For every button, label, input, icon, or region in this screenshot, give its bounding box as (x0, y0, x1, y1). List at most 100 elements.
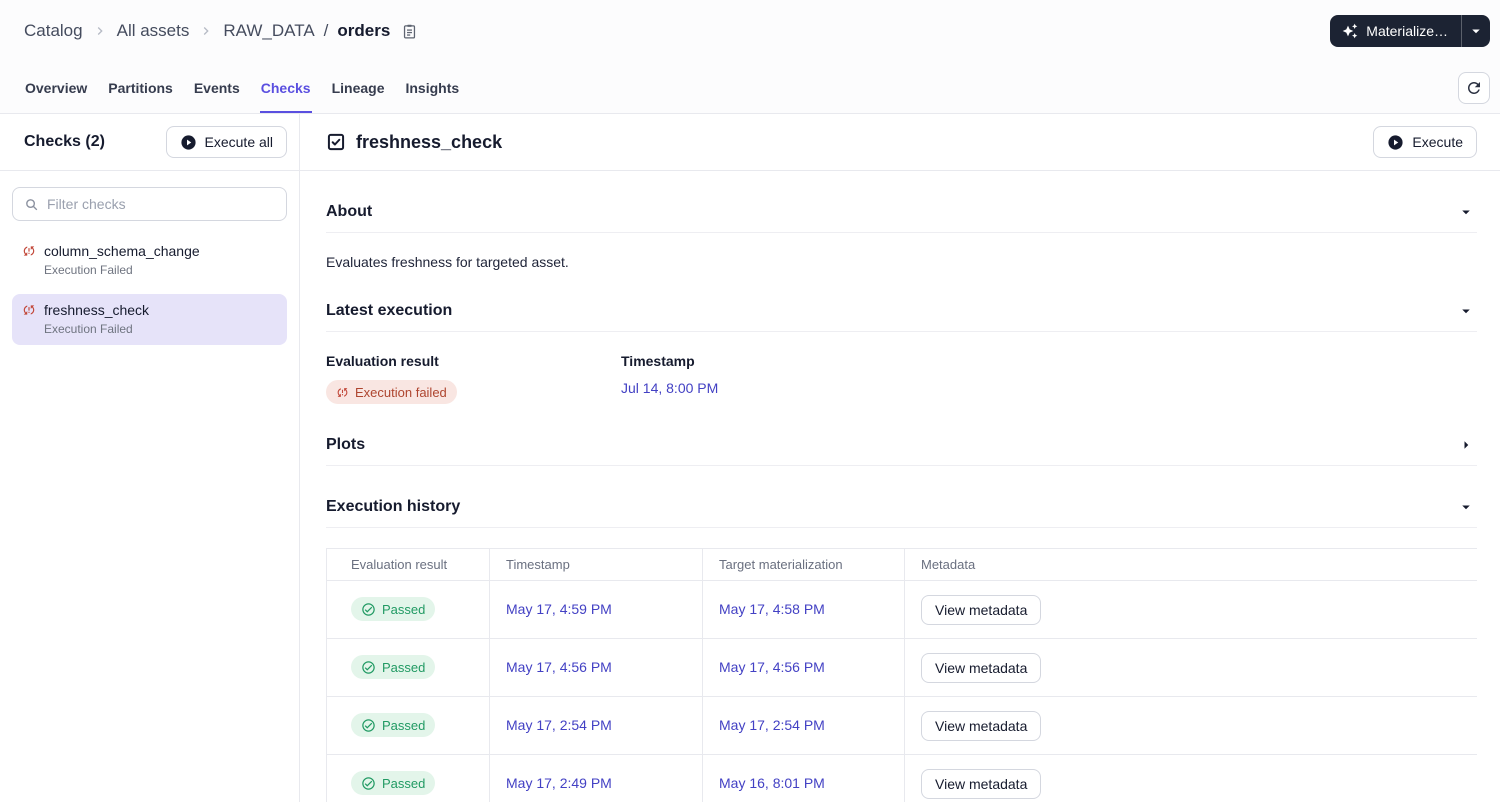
section-divider (326, 527, 1477, 528)
tab-events[interactable]: Events (193, 62, 241, 113)
check-circle-icon (361, 660, 376, 675)
check-status: Execution Failed (44, 263, 133, 277)
chevron-right-icon (1457, 436, 1475, 454)
play-icon (1387, 134, 1404, 151)
execute-all-button[interactable]: Execute all (165, 126, 287, 158)
section-divider (326, 465, 1477, 466)
column-header-timestamp: Timestamp (489, 548, 703, 581)
filter-checks-input[interactable] (47, 196, 275, 212)
check-circle-icon (361, 776, 376, 791)
check-status: Execution Failed (44, 322, 133, 336)
target-materialization-link[interactable]: May 17, 4:56 PM (719, 659, 825, 675)
view-metadata-button[interactable]: View metadata (921, 768, 1042, 799)
table-row: Passed May 17, 2:49 PM May 16, 8:01 PM V… (326, 754, 1477, 802)
column-header-target-materialization: Target materialization (702, 548, 905, 581)
execution-timestamp-link[interactable]: May 17, 2:54 PM (506, 717, 612, 733)
check-title-text: freshness_check (356, 131, 503, 152)
breadcrumb: Catalog All assets RAW_DATA / orders (24, 21, 418, 41)
view-metadata-button[interactable]: View metadata (921, 652, 1042, 683)
status-badge-passed: Passed (351, 771, 436, 796)
tab-insights[interactable]: Insights (404, 62, 460, 113)
sparkle-icon (1342, 23, 1358, 39)
latest-execution-timestamp-link[interactable]: Jul 14, 8:00 PM (621, 380, 718, 396)
tab-lineage[interactable]: Lineage (331, 62, 386, 113)
checks-count-title: Checks (2) (24, 133, 105, 150)
breadcrumb-path-divider: / (323, 21, 329, 40)
execution-history-table: Evaluation result Timestamp Target mater… (326, 548, 1477, 802)
execute-all-label: Execute all (204, 134, 273, 150)
table-row: Passed May 17, 4:56 PM May 17, 4:56 PM V… (326, 638, 1477, 697)
timestamp-label: Timestamp (621, 353, 695, 369)
materialize-dropdown-button[interactable] (1461, 15, 1490, 47)
refresh-icon (1465, 79, 1483, 97)
materialize-button-label: Materialize… (1366, 23, 1448, 39)
target-materialization-link[interactable]: May 17, 4:58 PM (719, 601, 825, 617)
about-description: Evaluates freshness for targeted asset. (326, 254, 569, 270)
target-materialization-link[interactable]: May 17, 2:54 PM (719, 717, 825, 733)
sync-problem-icon (336, 386, 349, 399)
check-detail-panel: freshness_check Execute About Evaluates … (300, 114, 1500, 802)
status-badge-label: Passed (382, 601, 426, 617)
table-row: Passed May 17, 2:54 PM May 17, 2:54 PM V… (326, 696, 1477, 755)
sync-problem-icon (22, 244, 36, 258)
status-badge-label: Passed (382, 775, 426, 791)
latest-execution-section-header: Latest execution (326, 300, 1477, 322)
chevron-down-icon (1457, 203, 1475, 221)
status-badge-passed: Passed (351, 713, 436, 738)
target-materialization-link[interactable]: May 16, 8:01 PM (719, 775, 825, 791)
check-list-item-freshness-check[interactable]: freshness_check Execution Failed (12, 294, 287, 345)
tab-overview[interactable]: Overview (24, 62, 88, 113)
page-title: freshness_check (326, 132, 502, 153)
execution-timestamp-link[interactable]: May 17, 2:49 PM (506, 775, 612, 791)
collapse-about-button[interactable] (1455, 201, 1477, 223)
checks-sidebar: Checks (2) Execute all Filter checks col… (0, 114, 300, 802)
collapse-execution-history-button[interactable] (1455, 496, 1477, 518)
chevron-down-icon (1457, 498, 1475, 516)
view-metadata-button[interactable]: View metadata (921, 594, 1042, 625)
filter-checks-field[interactable] (12, 187, 287, 221)
check-detail-header: freshness_check Execute (300, 114, 1500, 171)
section-divider (326, 232, 1477, 233)
asset-tabs: Overview Partitions Events Checks Lineag… (0, 62, 1500, 114)
checks-sidebar-header: Checks (2) Execute all (0, 114, 299, 171)
latest-execution-heading: Latest execution (326, 302, 453, 319)
evaluation-result-label: Evaluation result (326, 353, 439, 369)
expand-plots-button[interactable] (1455, 434, 1477, 456)
play-icon (180, 134, 197, 151)
execution-history-section-header: Execution history (326, 496, 1477, 518)
check-list-item-column-schema-change[interactable]: column_schema_change Execution Failed (12, 235, 287, 286)
check-list: column_schema_change Execution Failed fr… (0, 233, 299, 355)
view-metadata-button[interactable]: View metadata (921, 710, 1042, 741)
status-badge-label: Passed (382, 659, 426, 675)
breadcrumb-asset-name: orders (337, 21, 391, 40)
copy-asset-name-button[interactable] (401, 23, 418, 40)
tab-checks[interactable]: Checks (259, 62, 312, 113)
caret-down-icon (1467, 22, 1485, 40)
plots-section-header: Plots (326, 434, 1477, 456)
chevron-right-icon (198, 23, 214, 39)
check-circle-icon (361, 602, 376, 617)
breadcrumb-catalog-link[interactable]: Catalog (24, 21, 83, 41)
execute-label: Execute (1412, 134, 1463, 150)
sync-problem-icon (22, 303, 36, 317)
materialize-button[interactable]: Materialize… (1330, 15, 1461, 47)
chevron-down-icon (1457, 302, 1475, 320)
status-badge-passed: Passed (351, 655, 436, 680)
breadcrumb-all-assets-link[interactable]: All assets (117, 21, 190, 41)
top-bar: Catalog All assets RAW_DATA / orders Mat… (0, 0, 1500, 62)
tab-partitions[interactable]: Partitions (107, 62, 174, 113)
execute-button[interactable]: Execute (1373, 126, 1477, 158)
refresh-button[interactable] (1458, 71, 1490, 104)
search-icon (24, 197, 39, 212)
check-name: column_schema_change (44, 243, 200, 259)
checkbox-icon (326, 132, 346, 152)
table-row: Passed May 17, 4:59 PM May 17, 4:58 PM V… (326, 580, 1477, 639)
plots-heading: Plots (326, 436, 366, 453)
collapse-latest-execution-button[interactable] (1455, 300, 1477, 322)
check-name: freshness_check (44, 302, 150, 318)
breadcrumb-asset-group[interactable]: RAW_DATA (223, 21, 314, 41)
execution-timestamp-link[interactable]: May 17, 4:56 PM (506, 659, 612, 675)
execution-timestamp-link[interactable]: May 17, 4:59 PM (506, 601, 612, 617)
chevron-right-icon (92, 23, 108, 39)
about-heading: About (326, 203, 373, 220)
